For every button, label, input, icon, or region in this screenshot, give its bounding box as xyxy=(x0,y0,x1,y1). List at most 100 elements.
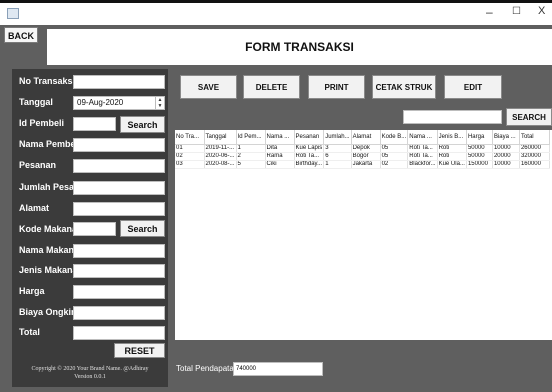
version-text: Version 0.0.1 xyxy=(74,374,106,380)
column-header[interactable]: Pesanan xyxy=(294,130,325,145)
alamat-field[interactable] xyxy=(73,202,165,216)
transaction-table: No Tra... Tanggal Id Pem... Nama ... Pes… xyxy=(175,130,550,169)
edit-button[interactable]: EDIT xyxy=(444,75,502,99)
column-header[interactable]: Jumlah... xyxy=(323,130,352,145)
table-cell: 320000 xyxy=(519,152,550,161)
table-cell: 02 xyxy=(380,160,409,169)
table-row[interactable]: 03 2020-08-... 5 Ciki Birthday... 1 Jaka… xyxy=(175,160,550,169)
alamat-label: Alamat xyxy=(19,203,50,213)
biaya-ongkir-label: Biaya Ongkir xyxy=(19,307,75,317)
tanggal-date-picker[interactable]: 09-Aug-2020 ▲ ▼ xyxy=(73,96,165,110)
close-button[interactable]: X xyxy=(538,5,545,17)
table-cell: 150000 xyxy=(466,160,493,169)
biaya-ongkir-field[interactable] xyxy=(73,306,165,320)
total-pendapatan-label: Total Pendapatan xyxy=(176,364,239,373)
table-cell: Birthday... xyxy=(294,160,325,169)
id-pembeli-label: Id Pembeli xyxy=(19,118,65,128)
table-cell: 10000 xyxy=(492,144,520,153)
column-header[interactable]: Nama ... xyxy=(407,130,438,145)
table-cell: Jakarta xyxy=(351,160,381,169)
nama-pembeli-field[interactable] xyxy=(73,138,165,152)
table-cell: Roti Ta... xyxy=(407,152,438,161)
print-button[interactable]: PRINT xyxy=(308,75,365,99)
search-input[interactable] xyxy=(403,110,502,124)
table-cell: 50000 xyxy=(466,152,493,161)
table-cell: Blackfor... xyxy=(407,160,438,169)
table-cell: 05 xyxy=(380,144,409,153)
search-button[interactable]: SEARCH xyxy=(506,108,552,126)
no-transaksi-label: No Transaksi xyxy=(19,76,76,86)
table-cell: Roti Ta... xyxy=(407,144,438,153)
column-header[interactable]: Id Pem... xyxy=(236,130,266,145)
table-cell: 05 xyxy=(380,152,409,161)
tanggal-label: Tanggal xyxy=(19,97,53,107)
window-titlebar: – ☐ X xyxy=(0,3,552,25)
table-cell: 03 xyxy=(175,160,205,169)
table-cell: 260000 xyxy=(519,144,550,153)
table-cell: 2019-11-... xyxy=(204,144,237,153)
column-header[interactable]: Harga xyxy=(466,130,493,145)
table-cell: 1 xyxy=(323,160,352,169)
harga-field[interactable] xyxy=(73,285,165,299)
table-cell: 20000 xyxy=(492,152,520,161)
table-cell: 10000 xyxy=(492,160,520,169)
table-cell: Ciki xyxy=(265,160,295,169)
table-cell: Kue Lapis xyxy=(294,144,325,153)
table-cell: Roti xyxy=(437,144,467,153)
minimize-button[interactable]: – xyxy=(486,5,493,19)
table-cell: Rama xyxy=(265,152,295,161)
total-field[interactable] xyxy=(73,326,165,340)
nama-pembeli-label: Nama Pembeli xyxy=(19,139,81,149)
reset-button[interactable]: RESET xyxy=(114,343,165,358)
total-label: Total xyxy=(19,327,40,337)
table-cell: Roti xyxy=(437,152,467,161)
back-button[interactable]: BACK xyxy=(4,27,38,43)
column-header[interactable]: Total xyxy=(519,130,550,145)
no-transaksi-field[interactable] xyxy=(73,75,165,89)
table-cell: 1 xyxy=(236,144,266,153)
column-header[interactable]: Biaya ... xyxy=(492,130,520,145)
date-spinner[interactable]: ▲ ▼ xyxy=(155,97,164,109)
table-cell: Kue Ula... xyxy=(437,160,467,169)
cetak-struk-button[interactable]: CETAK STRUK xyxy=(372,75,436,99)
table-cell: Depok xyxy=(351,144,381,153)
table-cell: Dita xyxy=(265,144,295,153)
main-panel: SAVE DELETE PRINT CETAK STRUK EDIT SEARC… xyxy=(172,69,552,387)
table-row[interactable]: 02 2020-06-... 2 Rama Roti Ta... 6 Bogor… xyxy=(175,152,550,161)
table-cell: 5 xyxy=(236,160,266,169)
kode-makanan-field[interactable] xyxy=(73,222,116,236)
table-cell: 2020-08-... xyxy=(204,160,237,169)
app-icon xyxy=(7,8,19,19)
column-header[interactable]: Nama ... xyxy=(265,130,295,145)
column-header[interactable]: Jenis B... xyxy=(437,130,467,145)
table-cell: 2 xyxy=(236,152,266,161)
pesanan-field[interactable] xyxy=(73,159,165,173)
table-cell: 50000 xyxy=(466,144,493,153)
column-header[interactable]: No Tra... xyxy=(175,130,205,145)
harga-label: Harga xyxy=(19,286,45,296)
tanggal-value: 09-Aug-2020 xyxy=(77,98,124,107)
table-cell: 01 xyxy=(175,144,205,153)
page-title: FORM TRANSAKSI xyxy=(245,40,354,54)
column-header[interactable]: Kode B... xyxy=(380,130,409,145)
column-header[interactable]: Tanggal xyxy=(204,130,237,145)
search-makanan-button[interactable]: Search xyxy=(120,220,165,237)
table-cell: Roti Ta... xyxy=(294,152,325,161)
id-pembeli-field[interactable] xyxy=(73,117,116,131)
column-header[interactable]: Alamat xyxy=(351,130,381,145)
save-button[interactable]: SAVE xyxy=(180,75,237,99)
transaction-table-container[interactable]: No Tra... Tanggal Id Pem... Nama ... Pes… xyxy=(175,130,552,340)
search-pembeli-button[interactable]: Search xyxy=(120,116,165,133)
delete-button[interactable]: DELETE xyxy=(243,75,300,99)
table-cell: 160000 xyxy=(519,160,550,169)
header-banner: FORM TRANSAKSI xyxy=(47,29,552,65)
maximize-button[interactable]: ☐ xyxy=(512,6,521,17)
table-cell: 6 xyxy=(323,152,352,161)
total-pendapatan-field[interactable]: 740000 xyxy=(233,362,323,376)
form-panel: No Transaksi Tanggal 09-Aug-2020 ▲ ▼ Id P… xyxy=(12,69,168,387)
table-row[interactable]: 01 2019-11-... 1 Dita Kue Lapis 3 Depok … xyxy=(175,144,550,153)
jumlah-pesanan-field[interactable] xyxy=(73,181,165,195)
jenis-makanan-field[interactable] xyxy=(73,264,165,278)
pesanan-label: Pesanan xyxy=(19,160,57,170)
nama-makanan-field[interactable] xyxy=(73,244,165,258)
